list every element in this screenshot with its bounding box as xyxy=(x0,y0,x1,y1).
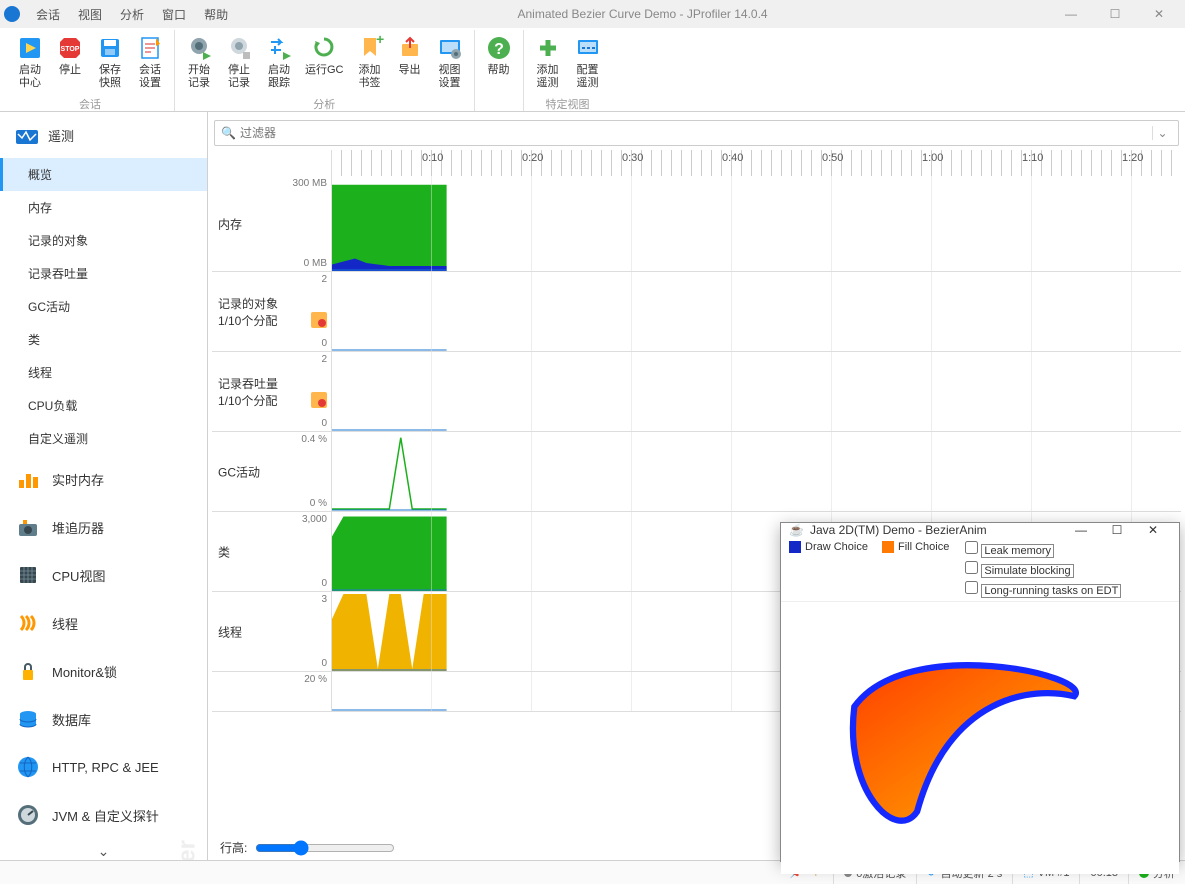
svg-text:?: ? xyxy=(494,41,504,58)
sidebar-item-8[interactable]: 自定义遥测 xyxy=(0,422,207,455)
export-button[interactable]: 导出 xyxy=(390,30,430,94)
filter-bar: 🔍 ⌄ xyxy=(214,120,1179,146)
chart-area-1[interactable] xyxy=(332,272,1181,351)
row-height-label: 行高: xyxy=(220,839,247,856)
add-bookmark-icon: + xyxy=(356,34,384,62)
save-snapshot-button[interactable]: 保存快照 xyxy=(90,30,130,94)
sidebar-header: 遥测 xyxy=(0,114,207,158)
chart-area-0[interactable] xyxy=(332,176,1181,271)
java2d-close-button[interactable]: ✕ xyxy=(1135,523,1171,537)
help-button[interactable]: ?帮助 xyxy=(479,30,519,81)
sidebar-item-6[interactable]: 线程 xyxy=(0,356,207,389)
menu-window[interactable]: 窗口 xyxy=(154,4,194,25)
menu-view[interactable]: 视图 xyxy=(70,4,110,25)
svg-text:STOP: STOP xyxy=(61,46,80,53)
sidebar-section-5[interactable]: 数据库 xyxy=(0,695,207,743)
chart-area-2[interactable] xyxy=(332,352,1181,431)
menu-help[interactable]: 帮助 xyxy=(196,4,236,25)
view-settings-icon xyxy=(436,34,464,62)
sidebar-item-0[interactable]: 概览 xyxy=(0,158,207,191)
java2d-toolbar: Draw Choice Fill Choice Leak memory Simu… xyxy=(781,537,1179,602)
java2d-check-0[interactable]: Leak memory xyxy=(965,541,1121,557)
draw-choice-legend[interactable]: Draw Choice xyxy=(789,541,868,553)
minimize-button[interactable]: — xyxy=(1049,7,1093,21)
sidebar-item-2[interactable]: 记录的对象 xyxy=(0,224,207,257)
java2d-check-2[interactable]: Long-running tasks on EDT xyxy=(965,581,1121,597)
menu-session[interactable]: 会话 xyxy=(28,4,68,25)
sidebar-section-6[interactable]: HTTP, RPC & JEE xyxy=(0,743,207,791)
stop-button[interactable]: STOP停止 xyxy=(50,30,90,94)
sidebar-item-7[interactable]: CPU负载 xyxy=(0,389,207,422)
svg-text:+: + xyxy=(376,34,384,47)
row-height-slider[interactable] xyxy=(255,840,395,856)
chart-area-3[interactable] xyxy=(332,432,1181,511)
maximize-button[interactable]: ☐ xyxy=(1093,7,1137,21)
start-tracking-icon xyxy=(265,34,293,62)
export-icon xyxy=(396,34,424,62)
sidebar: 遥测 概览内存记录的对象记录吞吐量GC活动类线程CPU负载自定义遥测 实时内存堆… xyxy=(0,112,208,860)
chart-row-2: 记录吞吐量1/10个分配20 xyxy=(212,352,1181,432)
save-snapshot-icon xyxy=(96,34,124,62)
java2d-maximize-button[interactable]: ☐ xyxy=(1099,523,1135,537)
add-bookmark-button[interactable]: +添加书签 xyxy=(350,30,390,94)
filter-dropdown-button[interactable]: ⌄ xyxy=(1152,126,1172,140)
sidebar-item-3[interactable]: 记录吞吐量 xyxy=(0,257,207,290)
add-telemetry-button[interactable]: 添加遥测 xyxy=(528,30,568,94)
fill-choice-legend[interactable]: Fill Choice xyxy=(882,541,949,553)
sidebar-header-label: 遥测 xyxy=(48,126,74,145)
java2d-minimize-button[interactable]: — xyxy=(1063,523,1099,537)
start-tracking-button[interactable]: 启动跟踪 xyxy=(259,30,299,94)
session-settings-button[interactable]: 会话设置 xyxy=(130,30,170,94)
sidebar-section-3[interactable]: 线程 xyxy=(0,599,207,647)
chart-row-1: 记录的对象1/10个分配20 xyxy=(212,272,1181,352)
chart-row-0: 内存300 MB0 MB xyxy=(212,176,1181,272)
main-menu: 会话 视图 分析 窗口 帮助 xyxy=(28,4,236,25)
toolbar: 启动中心STOP停止保存快照会话设置会话开始记录停止记录启动跟踪运行GC+添加书… xyxy=(0,28,1185,112)
java2d-window: ☕ Java 2D(TM) Demo - BezierAnim — ☐ ✕ Dr… xyxy=(780,522,1180,862)
window-title: Animated Bezier Curve Demo - JProfiler 1… xyxy=(236,7,1049,21)
start-recording-button[interactable]: 开始记录 xyxy=(179,30,219,94)
java-icon: ☕ xyxy=(789,523,804,537)
run-gc-button[interactable]: 运行GC xyxy=(299,30,350,94)
run-gc-icon xyxy=(310,34,338,62)
session-settings-icon xyxy=(136,34,164,62)
view-settings-button[interactable]: 视图设置 xyxy=(430,30,470,94)
start-recording-icon xyxy=(185,34,213,62)
watermark: JProfiler xyxy=(173,840,201,860)
config-telemetry-button[interactable]: 配置遥测 xyxy=(568,30,608,94)
app-logo xyxy=(4,6,20,22)
stop-recording-button[interactable]: 停止记录 xyxy=(219,30,259,94)
config-telemetry-icon xyxy=(574,34,602,62)
start-center-icon xyxy=(16,34,44,62)
stop-icon: STOP xyxy=(56,34,84,62)
sidebar-section-7[interactable]: JVM & 自定义探针 xyxy=(0,791,207,839)
timeline-ruler: 0:100:200:300:400:501:001:101:20 xyxy=(212,150,1181,176)
java2d-titlebar: ☕ Java 2D(TM) Demo - BezierAnim — ☐ ✕ xyxy=(781,523,1179,537)
chart-row-3: GC活动0.4 %0 % xyxy=(212,432,1181,512)
filter-input[interactable] xyxy=(240,126,1152,140)
search-icon: 🔍 xyxy=(221,126,236,140)
sidebar-section-2[interactable]: CPU视图 xyxy=(0,551,207,599)
help-icon: ? xyxy=(485,34,513,62)
close-button[interactable]: ✕ xyxy=(1137,7,1181,21)
stop-recording-icon xyxy=(225,34,253,62)
java2d-check-1[interactable]: Simulate blocking xyxy=(965,561,1121,577)
java2d-canvas xyxy=(781,602,1179,874)
sidebar-item-4[interactable]: GC活动 xyxy=(0,290,207,323)
telemetry-icon xyxy=(14,122,40,148)
sidebar-section-1[interactable]: 堆追历器 xyxy=(0,503,207,551)
start-center-button[interactable]: 启动中心 xyxy=(10,30,50,94)
menu-analysis[interactable]: 分析 xyxy=(112,4,152,25)
java2d-title: Java 2D(TM) Demo - BezierAnim xyxy=(810,523,1063,537)
sidebar-section-4[interactable]: Monitor&锁 xyxy=(0,647,207,695)
sidebar-item-1[interactable]: 内存 xyxy=(0,191,207,224)
title-bar: 会话 视图 分析 窗口 帮助 Animated Bezier Curve Dem… xyxy=(0,0,1185,28)
sidebar-section-0[interactable]: 实时内存 xyxy=(0,455,207,503)
sidebar-item-5[interactable]: 类 xyxy=(0,323,207,356)
add-telemetry-icon xyxy=(534,34,562,62)
